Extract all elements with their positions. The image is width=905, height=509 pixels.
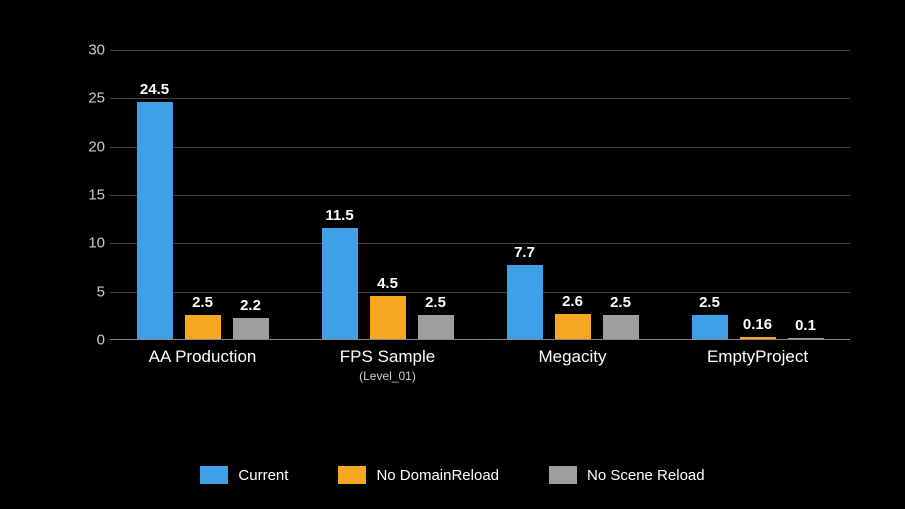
bar-value-label: 2.6 [562, 293, 583, 314]
y-tick-label: 20 [60, 138, 105, 155]
legend: Current No DomainReload No Scene Reload [0, 466, 905, 484]
legend-swatch [200, 466, 228, 484]
y-tick-label: 30 [60, 42, 105, 59]
bar-value-label: 0.1 [795, 317, 816, 338]
legend-swatch [338, 466, 366, 484]
bar: 11.5 [322, 228, 358, 339]
legend-item: Current [200, 466, 288, 484]
plot-area: 24.52.52.2AA Production11.54.52.5FPS Sam… [110, 50, 850, 340]
category-label: EmptyProject [707, 347, 808, 366]
bar: 2.5 [418, 315, 454, 339]
bar: 7.7 [507, 265, 543, 339]
bar: 2.5 [603, 315, 639, 339]
bar: 2.5 [185, 315, 221, 339]
x-tick-label: AA Production [103, 339, 303, 367]
x-tick-label: Megacity [473, 339, 673, 367]
category-label: AA Production [149, 347, 257, 366]
bar-value-label: 2.2 [240, 297, 261, 318]
y-tick-label: 0 [60, 332, 105, 349]
legend-item: No DomainReload [338, 466, 499, 484]
bar-value-label: 2.5 [699, 294, 720, 315]
gridline [110, 243, 850, 244]
category-label: Megacity [538, 347, 606, 366]
bar-value-label: 4.5 [377, 275, 398, 296]
legend-label: No Scene Reload [587, 467, 705, 484]
gridline [110, 98, 850, 99]
y-tick-label: 25 [60, 90, 105, 107]
bar: 2.2 [233, 318, 269, 339]
x-tick-label: EmptyProject [658, 339, 858, 367]
bar-value-label: 24.5 [140, 81, 169, 102]
x-tick-label: FPS Sample (Level_01) [288, 339, 488, 383]
legend-item: No Scene Reload [549, 466, 705, 484]
legend-label: Current [238, 467, 288, 484]
bar-value-label: 0.16 [743, 316, 772, 337]
y-tick-label: 10 [60, 235, 105, 252]
gridline [110, 292, 850, 293]
bar-value-label: 11.5 [325, 207, 353, 228]
gridline [110, 195, 850, 196]
bar: 2.6 [555, 314, 591, 339]
bar-value-label: 2.5 [610, 294, 631, 315]
gridline [110, 147, 850, 148]
legend-label: No DomainReload [376, 467, 499, 484]
bar-value-label: 2.5 [425, 294, 446, 315]
category-sublabel: (Level_01) [288, 369, 488, 383]
bar-value-label: 2.5 [192, 294, 213, 315]
y-tick-label: 5 [60, 283, 105, 300]
category-label: FPS Sample [340, 347, 435, 366]
legend-swatch [549, 466, 577, 484]
bar: 2.5 [692, 315, 728, 339]
bar-value-label: 7.7 [514, 244, 535, 265]
y-tick-label: 15 [60, 187, 105, 204]
gridline [110, 50, 850, 51]
bar: 4.5 [370, 296, 406, 340]
bar: 24.5 [137, 102, 173, 339]
bar-chart: 24.52.52.2AA Production11.54.52.5FPS Sam… [60, 50, 850, 390]
